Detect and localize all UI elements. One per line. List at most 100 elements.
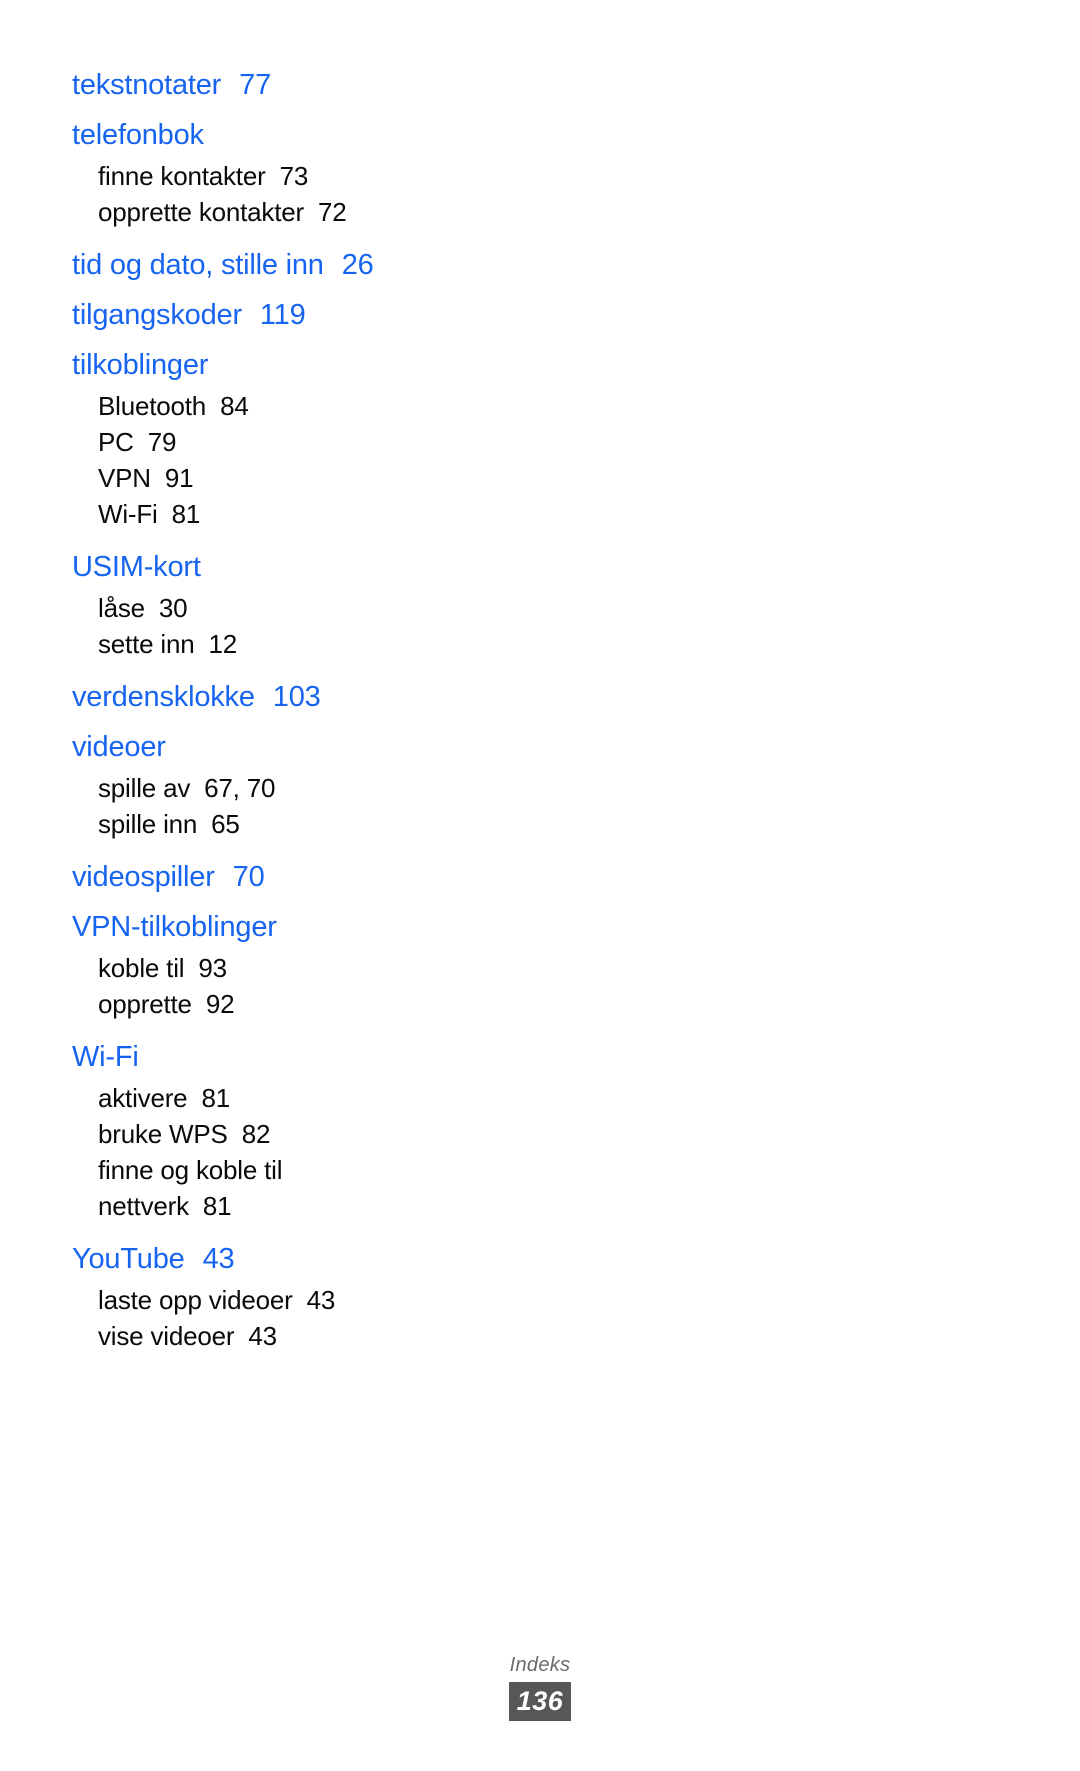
index-main-term: videospiller <box>72 861 215 893</box>
index-sub-term: sette inn <box>98 629 195 659</box>
index-sub-list: spille av 67, 70 spille inn 65 <box>72 770 712 842</box>
index-sub-entry[interactable]: koble til 93 <box>98 950 712 986</box>
index-sub-pages: 12 <box>208 629 238 659</box>
index-sub-pages: 43 <box>306 1285 336 1315</box>
index-sub-pages: 84 <box>220 391 249 421</box>
index-main-term: verdensklokke <box>72 681 255 713</box>
index-sub-term: bruke WPS <box>98 1119 228 1149</box>
index-sub-term: spille av <box>98 773 191 803</box>
index-main-pages: 103 <box>272 681 321 713</box>
index-main-entry[interactable]: videospiller 70 <box>72 854 712 900</box>
index-sub-term: laste opp videoer <box>98 1285 293 1315</box>
index-main-term: YouTube <box>72 1243 185 1275</box>
index-sub-entry[interactable]: PC 79 <box>98 424 712 460</box>
index-sub-pages: 65 <box>211 809 240 839</box>
index-sub-pages: 73 <box>279 161 309 191</box>
index-sub-term: spille inn <box>98 809 198 839</box>
index-main-entry[interactable]: tid og dato, stille inn 26 <box>72 242 712 288</box>
index-sub-term: koble til <box>98 953 185 983</box>
index-sub-term: finne kontakter <box>98 161 266 191</box>
index-main-term: telefonbok <box>72 119 204 151</box>
index-sub-entry[interactable]: låse 30 <box>98 590 712 626</box>
index-sub-list: aktivere 81 bruke WPS 82 finne og koble ti… <box>72 1080 712 1224</box>
index-sub-term: aktivere <box>98 1083 188 1113</box>
index-group: videoer spille av 67, 70 spille inn 65 <box>72 724 712 842</box>
index-main-entry[interactable]: tekstnotater 77 <box>72 62 712 108</box>
index-sub-entry[interactable]: spille inn 65 <box>98 806 712 842</box>
index-sub-pages: 43 <box>248 1321 277 1351</box>
page-footer: Indeks 136 <box>0 1652 1080 1721</box>
index-group: tekstnotater 77 <box>72 62 712 108</box>
index-main-pages <box>277 911 295 943</box>
index-main-entry[interactable]: Wi-Fi <box>72 1034 712 1080</box>
index-group: USIM-kort låse 30 sette inn 12 <box>72 544 712 662</box>
index-sub-entry[interactable]: opprette 92 <box>98 986 712 1022</box>
index-sub-list: finne kontakter 73 opprette kontakter 72 <box>72 158 712 230</box>
index-main-entry[interactable]: USIM-kort <box>72 544 712 590</box>
index-sub-entry[interactable]: laste opp videoer 43 <box>98 1282 712 1318</box>
index-sub-pages: 30 <box>158 593 188 623</box>
index-sub-entry[interactable]: bruke WPS 82 <box>98 1116 712 1152</box>
index-main-pages <box>166 731 184 763</box>
index-sub-entry[interactable]: spille av 67, 70 <box>98 770 712 806</box>
page-number-badge: 136 <box>508 1682 572 1721</box>
index-main-pages <box>204 119 222 151</box>
index-sub-entry[interactable]: aktivere 81 <box>98 1080 712 1116</box>
index-sub-term: Wi-Fi <box>98 499 158 529</box>
index-main-term: tilkoblinger <box>72 349 209 381</box>
index-sub-entry[interactable]: Wi-Fi 81 <box>98 496 712 532</box>
index-sub-list: laste opp videoer 43 vise videoer 43 <box>72 1282 712 1354</box>
index-sub-term: opprette <box>98 989 192 1019</box>
index-main-pages: 26 <box>341 249 374 281</box>
index-sub-pages: 72 <box>317 197 347 227</box>
index-group: videospiller 70 <box>72 854 712 900</box>
index-main-entry[interactable]: tilgangskoder 119 <box>72 292 712 338</box>
index-group: VPN-tilkoblinger koble til 93 opprette 92 <box>72 904 712 1022</box>
index-main-pages <box>201 551 219 583</box>
index-group: verdensklokke 103 <box>72 674 712 720</box>
index-sub-term: nettverk <box>98 1191 189 1221</box>
index-sub-entry[interactable]: finne kontakter 73 <box>98 158 712 194</box>
index-group: tilkoblinger Bluetooth 84 PC 79 VPN 91 Wi-F… <box>72 342 712 532</box>
index-sub-entry[interactable]: sette inn 12 <box>98 626 712 662</box>
index-sub-entry[interactable]: VPN 91 <box>98 460 712 496</box>
index-main-entry[interactable]: telefonbok <box>72 112 712 158</box>
index-main-pages: 70 <box>232 861 265 893</box>
index-sub-entry[interactable]: finne og koble til <box>98 1152 712 1188</box>
index-sub-term: vise videoer <box>98 1321 235 1351</box>
index-main-term: VPN-tilkoblinger <box>72 911 277 943</box>
index-sub-pages: 79 <box>147 427 177 457</box>
index-group: Wi-Fi aktivere 81 bruke WPS 82 finne og ko… <box>72 1034 712 1224</box>
index-sub-list: låse 30 sette inn 12 <box>72 590 712 662</box>
index-main-pages <box>208 349 226 381</box>
index-sub-entry[interactable]: opprette kontakter 72 <box>98 194 712 230</box>
index-page: tekstnotater 77 telefonbok finne kontakte… <box>0 0 1080 1771</box>
index-main-pages <box>139 1041 157 1073</box>
index-group: tilgangskoder 119 <box>72 292 712 338</box>
index-main-term: Wi-Fi <box>72 1041 139 1073</box>
index-sub-entry[interactable]: nettverk 81 <box>98 1188 712 1224</box>
index-sub-entry[interactable]: vise videoer 43 <box>98 1318 712 1354</box>
index-sub-term: PC <box>98 427 134 457</box>
index-main-entry[interactable]: YouTube 43 <box>72 1236 712 1282</box>
index-main-term: tekstnotater <box>72 69 222 101</box>
index-sub-pages: 81 <box>202 1191 232 1221</box>
index-sub-entry[interactable]: Bluetooth 84 <box>98 388 712 424</box>
index-sub-pages: 92 <box>205 989 235 1019</box>
index-sub-term: opprette kontakter <box>98 197 304 227</box>
index-sub-pages: 67, 70 <box>204 773 276 803</box>
index-sub-pages: 81 <box>171 499 201 529</box>
index-sub-list: koble til 93 opprette 92 <box>72 950 712 1022</box>
index-sub-pages: 91 <box>164 463 194 493</box>
index-main-entry[interactable]: verdensklokke 103 <box>72 674 712 720</box>
index-main-entry[interactable]: tilkoblinger <box>72 342 712 388</box>
index-main-pages: 77 <box>239 69 271 101</box>
index-main-entry[interactable]: VPN-tilkoblinger <box>72 904 712 950</box>
index-group: YouTube 43 laste opp videoer 43 vise video… <box>72 1236 712 1354</box>
index-sub-term: Bluetooth <box>98 391 207 421</box>
index-main-entry[interactable]: videoer <box>72 724 712 770</box>
